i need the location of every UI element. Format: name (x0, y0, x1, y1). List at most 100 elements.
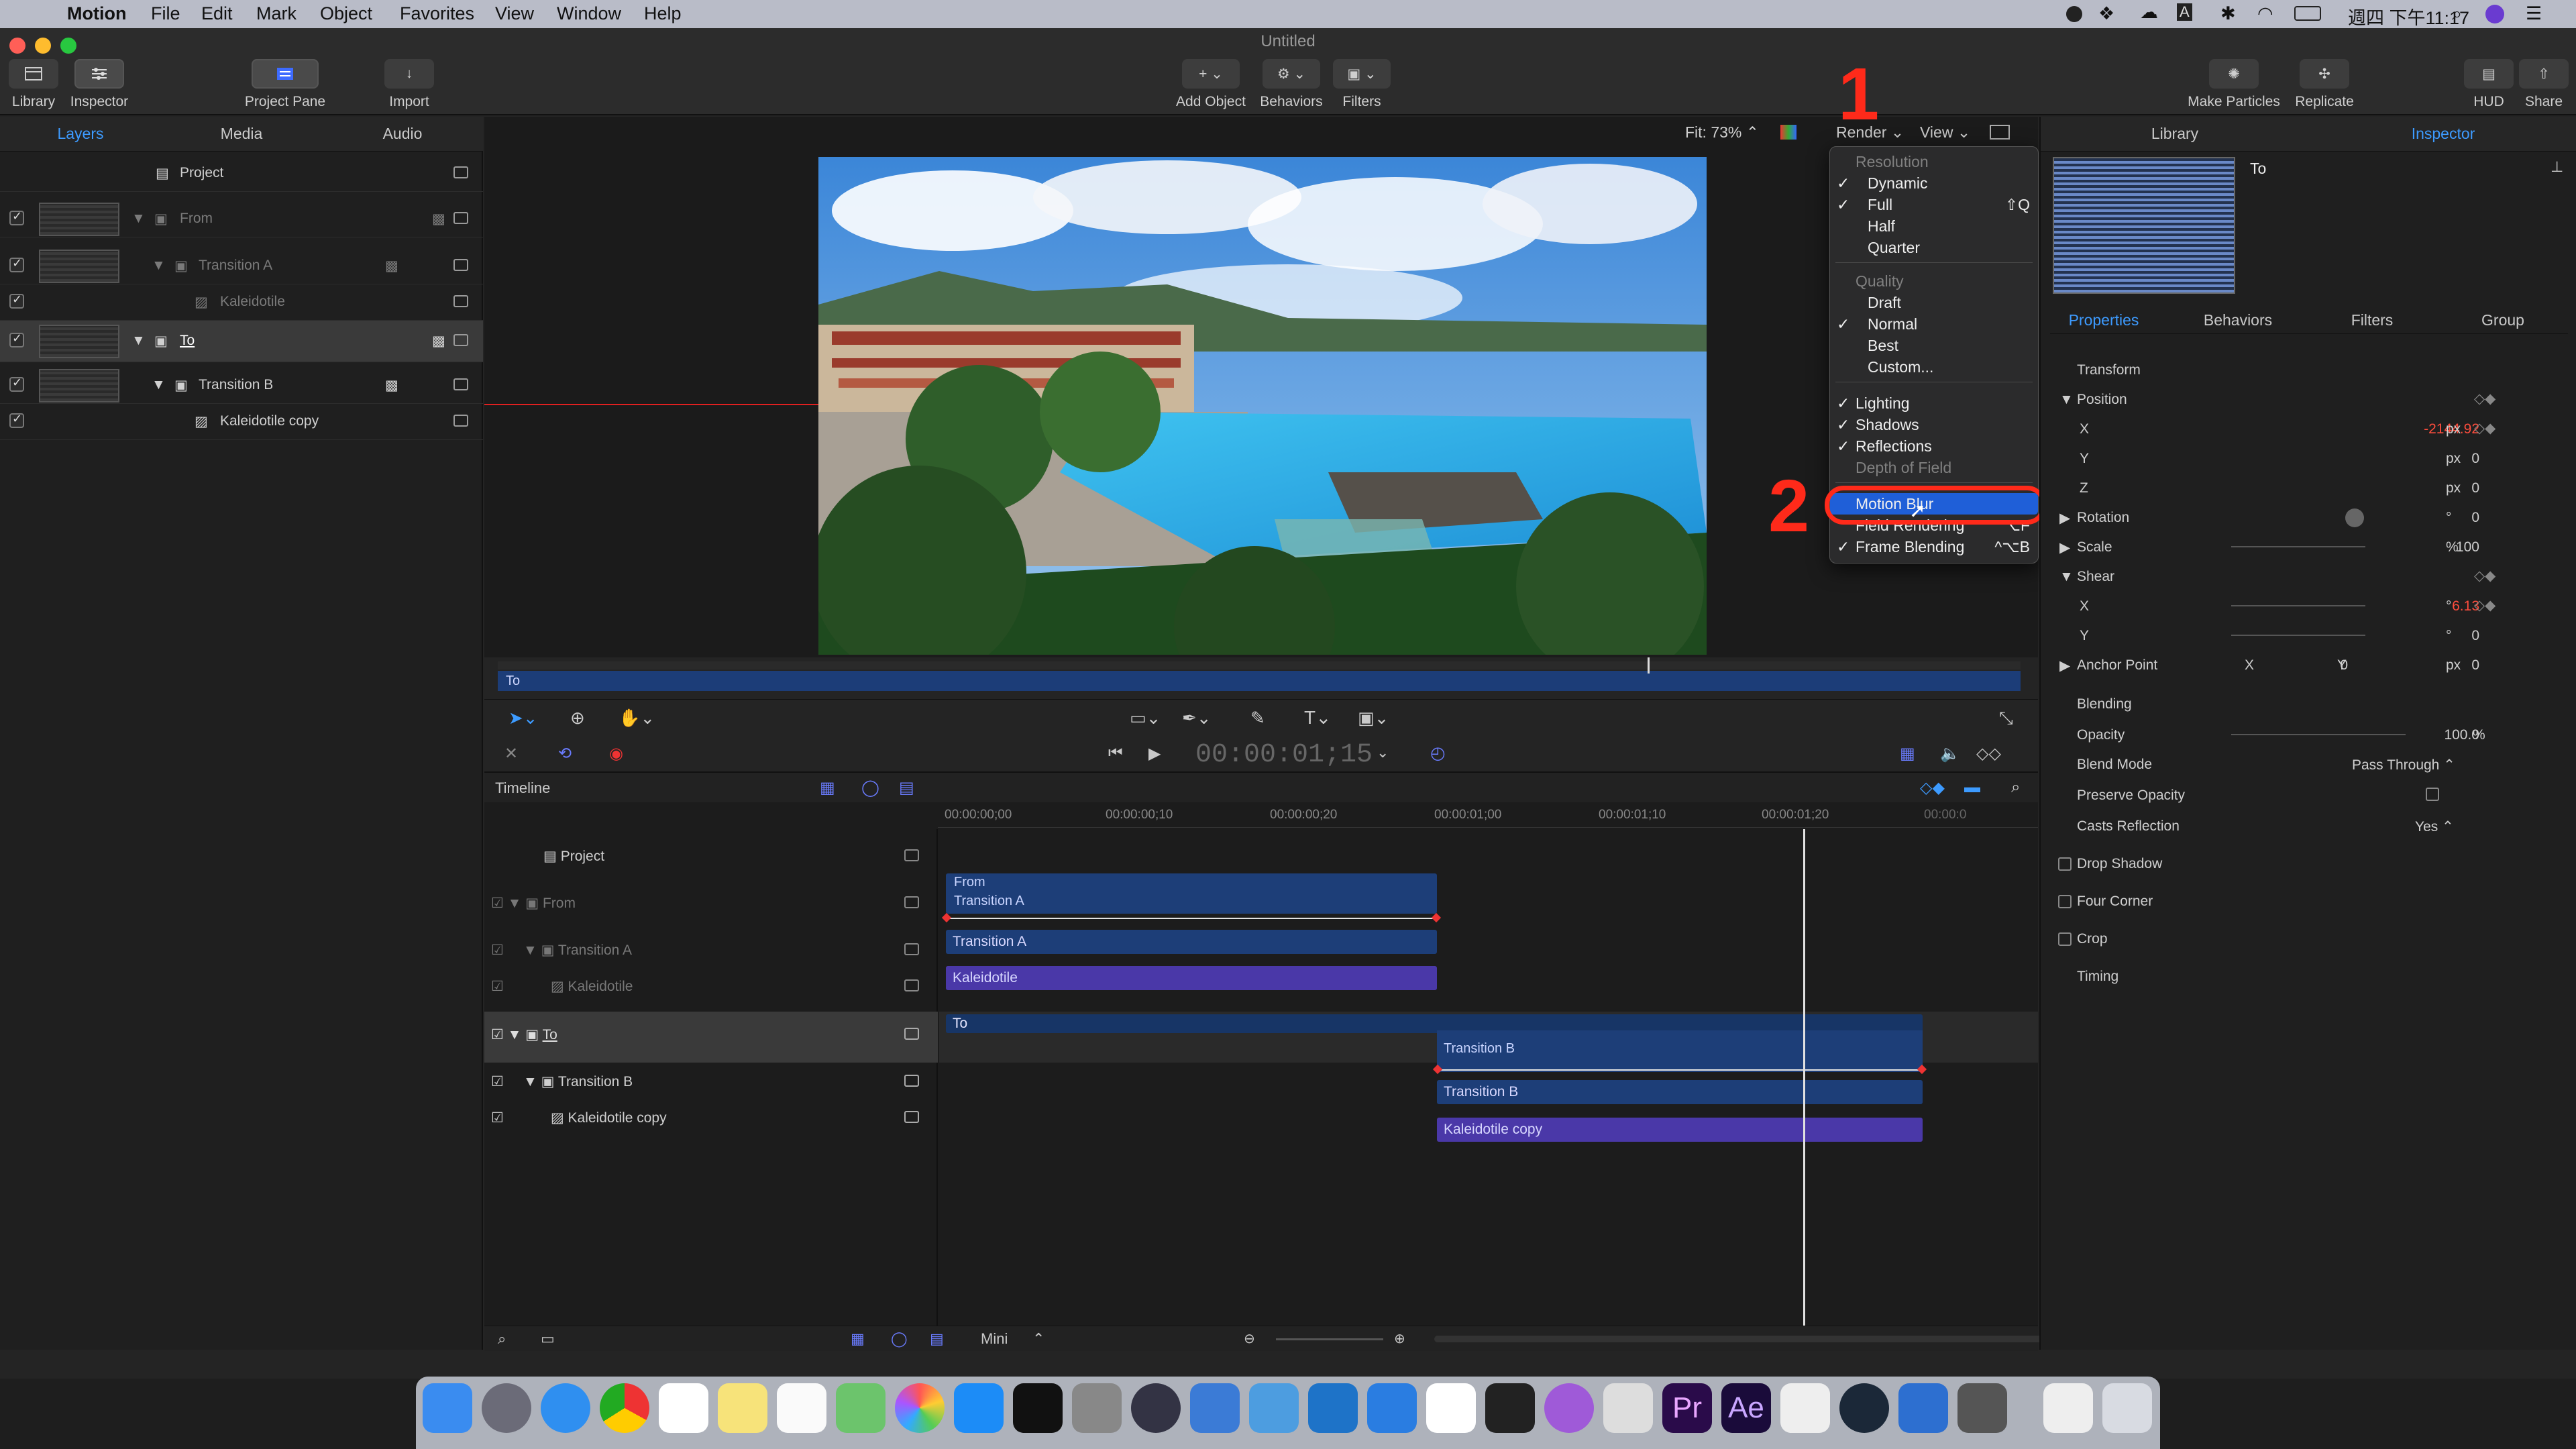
show-behaviors-icon[interactable]: ◯ (861, 778, 879, 798)
textedit-icon[interactable] (1780, 1383, 1830, 1433)
lock-icon[interactable] (453, 212, 468, 224)
show-masks-icon[interactable]: ▤ (930, 1330, 944, 1348)
paint-stroke-icon[interactable]: ✎ (1250, 708, 1265, 729)
rotation-dial[interactable] (2345, 508, 2364, 527)
menu-item-best[interactable]: Best (1830, 335, 2038, 356)
bluetooth-icon[interactable]: ✱ (2220, 3, 2236, 24)
launchpad-icon[interactable] (482, 1383, 531, 1433)
menu-favorites[interactable]: Favorites (400, 3, 474, 24)
lock-icon[interactable] (453, 334, 468, 346)
timecode-display[interactable]: 00:00:01;15 (1195, 740, 1373, 770)
lock-icon[interactable] (904, 979, 919, 991)
tab-behaviors[interactable]: Behaviors (2171, 311, 2305, 329)
menu-object[interactable]: Object (320, 3, 372, 24)
track-bar-transition-b[interactable]: Transition B (1437, 1080, 1923, 1104)
volume-icon[interactable]: 🔈 (1940, 744, 1960, 763)
menu-item-custom[interactable]: Custom... (1830, 356, 2038, 378)
play-icon[interactable]: ▶ (1148, 744, 1161, 763)
layer-row-transition-b[interactable]: ▼ ▣ Transition B ▩ (0, 368, 483, 404)
position-z-row[interactable]: Z 0 px (2053, 474, 2563, 503)
menu-item-normal[interactable]: ✓ Normal (1830, 313, 2038, 335)
menu-mark[interactable]: Mark (256, 3, 297, 24)
app-store-icon[interactable] (954, 1383, 1004, 1433)
shear-x-value[interactable]: 6.13 (2375, 598, 2479, 614)
finder-icon[interactable] (423, 1383, 472, 1433)
rotation-row[interactable]: ▶ Rotation 0 ° (2053, 503, 2563, 533)
crop-checkbox[interactable] (2058, 932, 2072, 946)
scale-row[interactable]: ▶ Scale 100 % (2053, 533, 2563, 562)
position-row[interactable]: ▼ Position ◇◆ (2053, 385, 2563, 415)
lock-icon[interactable] (904, 943, 919, 955)
timeline-zoom-icon[interactable]: ⌕ (2011, 778, 2020, 797)
menu-item-depth-of-field[interactable]: Depth of Field (1830, 457, 2038, 478)
app-menu[interactable]: Motion (67, 3, 126, 24)
zoom-window-button[interactable] (60, 38, 76, 54)
terminal-icon[interactable] (1013, 1383, 1063, 1433)
show-layers-icon[interactable]: ▦ (851, 1330, 865, 1348)
layer-row-project[interactable]: ▤ Project (0, 156, 483, 192)
zoom-in-icon[interactable]: ⊕ (1394, 1330, 1405, 1347)
pin-icon[interactable]: ⊥ (2551, 158, 2563, 176)
vscode-icon[interactable] (1308, 1383, 1358, 1433)
keyframe-marker[interactable] (941, 912, 952, 923)
scale-value[interactable]: 100 (2375, 539, 2479, 555)
layer-row-from[interactable]: ▼ ▣ From ▩ (0, 201, 483, 237)
select-tool-icon[interactable]: ➤⌄ (508, 708, 538, 729)
show-behaviors-icon[interactable]: ◯ (891, 1330, 908, 1348)
timeline-row-kaleidotile[interactable]: ☑ ▨ Kaleidotile (491, 978, 633, 995)
shear-y-value[interactable]: 0 (2375, 628, 2479, 644)
timeline-toggle-icon[interactable]: ▦ (1900, 744, 1915, 763)
behaviors-button[interactable]: ⚙ ⌄ Behaviors (1258, 59, 1325, 110)
drop-shadow-checkbox[interactable] (2058, 857, 2072, 871)
timeline-row-transition-b[interactable]: ☑ ▼ ▣ Transition B (491, 1073, 633, 1090)
menu-item-shadows[interactable]: ✓ Shadows (1830, 414, 2038, 435)
keyframe-nav-icon[interactable]: ◇◆ (2474, 420, 2496, 437)
text-tool-icon[interactable]: T⌄ (1304, 706, 1332, 729)
wifi-icon[interactable]: ◠ (2257, 3, 2273, 24)
import-button[interactable]: ↓ Import (382, 59, 436, 110)
keyframe-curve[interactable] (1437, 1069, 1923, 1071)
shear-row[interactable]: ▼ Shear ◇◆ (2053, 562, 2563, 592)
tab-filters[interactable]: Filters (2305, 311, 2439, 329)
pen-tool-icon[interactable]: ✒⌄ (1182, 708, 1212, 729)
blend-mode-row[interactable]: Blend Mode Pass Through ⌃ (2053, 750, 2563, 780)
anchor-x-value[interactable]: 0 (2267, 657, 2348, 674)
hand-tool-icon[interactable]: ✋⌄ (619, 708, 655, 729)
layer-visibility-checkbox[interactable] (9, 376, 24, 392)
layer-visibility-checkbox[interactable] (9, 412, 24, 428)
record-icon[interactable]: ◉ (609, 744, 623, 763)
timeline-ruler[interactable]: 00:00:00;00 00:00:00;10 00:00:00;20 00:0… (938, 804, 2038, 828)
keyframe-marker[interactable] (1431, 912, 1442, 923)
quicktime-icon[interactable] (1131, 1383, 1181, 1433)
dropbox-icon[interactable]: ❖ (2098, 3, 2114, 24)
search-icon[interactable]: ⌕ (498, 1330, 506, 1348)
mini-timeline-bar[interactable]: To (498, 671, 2021, 691)
status-icon[interactable] (2066, 6, 2082, 22)
cloud-icon[interactable]: ☁ (2140, 2, 2158, 23)
timecode-format-icon[interactable]: ⌄ (1377, 744, 1389, 761)
keyframe-nav-icon[interactable]: ◇◆ (2474, 568, 2496, 584)
loop-icon[interactable]: ⟲ (558, 744, 572, 763)
track-bar-kaleidotile-copy[interactable]: Kaleidotile copy (1437, 1118, 1923, 1142)
drop-shadow-row[interactable]: Drop Shadow (2053, 849, 2563, 879)
menu-item-frame-blending[interactable]: ✓ Frame Blending ^⌥B (1830, 536, 2038, 557)
opacity-row[interactable]: Opacity 100.0 % (2053, 720, 2563, 750)
share-button[interactable]: ⇧ Share (2517, 59, 2571, 110)
user-app-icon[interactable] (1898, 1383, 1948, 1433)
fullscreen-icon[interactable]: ⤡ (1999, 708, 2013, 729)
tab-media[interactable]: Media (161, 125, 322, 143)
menu-item-dynamic[interactable]: ✓ Dynamic (1830, 172, 2038, 194)
files-icon[interactable] (1249, 1383, 1299, 1433)
lock-icon[interactable] (904, 1111, 919, 1123)
lock-icon[interactable] (453, 378, 468, 390)
menu-view[interactable]: View (495, 3, 534, 24)
mini-playhead[interactable] (1648, 657, 1650, 674)
timing-row[interactable]: Timing (2053, 962, 2563, 991)
final-cut-icon[interactable] (1485, 1383, 1535, 1433)
tab-properties[interactable]: Properties (2050, 311, 2157, 329)
system-preferences-icon[interactable] (1072, 1383, 1122, 1433)
battery-icon[interactable] (2294, 6, 2321, 21)
audio-mute-icon[interactable]: ✕ (504, 744, 518, 763)
show-masks-icon[interactable]: ▤ (899, 778, 914, 798)
keyframe-editor-icon[interactable]: ◇◆ (1920, 778, 1945, 798)
